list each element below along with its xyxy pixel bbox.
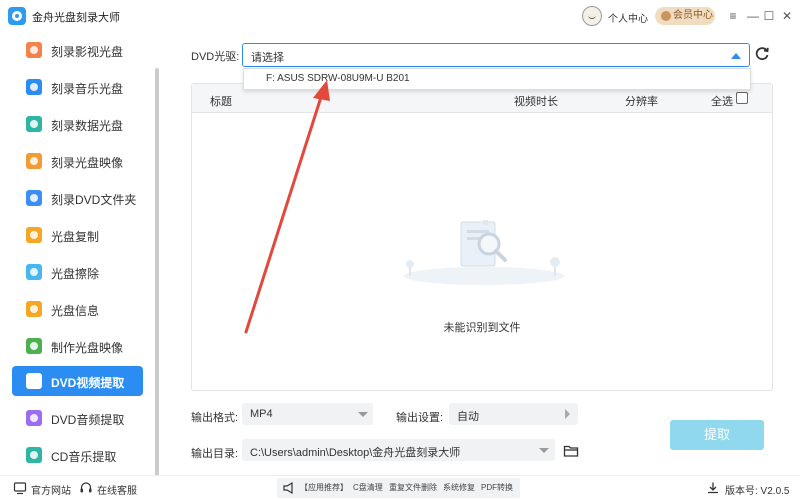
tool-c-drive-clean[interactable]: C盘清理: [353, 482, 383, 493]
minimize-icon[interactable]: —: [746, 9, 760, 23]
output-settings-select[interactable]: 自动: [449, 403, 578, 425]
sidebar-item-dvd-audio[interactable]: DVD音频提取: [12, 403, 143, 433]
folder-icon[interactable]: [563, 443, 579, 459]
sidebar-item-label: 光盘复制: [51, 230, 100, 244]
avatar[interactable]: [582, 6, 602, 26]
file-list-panel: 标题 视频时长 分辨率 全选 未能识别到文件: [191, 83, 773, 391]
sidebar-item-label: 刻录光盘映像: [51, 156, 124, 170]
sidebar-item-cd-music[interactable]: CD音乐提取: [12, 440, 143, 470]
sidebar-item-label: 刻录影视光盘: [51, 45, 124, 59]
headset-icon: [80, 482, 92, 493]
user-center-link[interactable]: 个人中心: [608, 10, 648, 25]
sidebar-item-label: 刻录音乐光盘: [51, 82, 124, 96]
chevron-down-icon: [539, 448, 549, 453]
output-format-label: 输出格式:: [191, 412, 239, 424]
sidebar-item-label: DVD视频提取: [51, 376, 125, 390]
megaphone-icon: [283, 481, 293, 495]
erase-disc-icon: [26, 264, 42, 280]
chevron-down-icon: [358, 412, 368, 417]
sidebar: 刻录影视光盘 刻录音乐光盘 刻录数据光盘 刻录光盘映像 刻录DVD文件夹 光盘复制光盘擦除…: [0, 32, 160, 475]
sidebar-item-dvd-folder[interactable]: 刻录DVD文件夹: [12, 183, 143, 213]
output-dir-select[interactable]: C:\Users\admin\Desktop\金舟光盘刻录大师: [242, 439, 555, 461]
dvd-video-icon: [26, 373, 42, 389]
sidebar-item-label: DVD音频提取: [51, 413, 125, 427]
tool-system-repair[interactable]: 系统修复: [443, 482, 475, 493]
output-dir-label: 输出目录:: [191, 448, 239, 460]
status-bar: 官方网站 在线客服 【应用推荐】 C盘清理 重复文件删除 系统修复 PDF转换 …: [0, 475, 800, 500]
output-settings-label: 输出设置:: [396, 412, 444, 424]
output-settings-value: 自动: [457, 411, 479, 423]
crown-icon: [661, 11, 671, 21]
sidebar-item-label: CD音乐提取: [51, 450, 117, 464]
select-all-label: 全选: [711, 96, 733, 108]
home-site-icon: [13, 482, 27, 495]
sidebar-item-music-disc[interactable]: 刻录音乐光盘: [12, 72, 143, 102]
sidebar-item-copy-disc[interactable]: 光盘复制: [12, 220, 143, 250]
app-logo-icon: [8, 7, 26, 25]
column-resolution: 分辨率: [625, 96, 658, 108]
refresh-icon[interactable]: [754, 46, 770, 62]
sidebar-item-erase-disc[interactable]: 光盘擦除: [12, 257, 143, 287]
info-disc-icon: [26, 301, 42, 317]
app-recommend-strip: 【应用推荐】 C盘清理 重复文件删除 系统修复 PDF转换: [277, 478, 520, 498]
drive-option[interactable]: F: ASUS SDRW-08U9M-U B201: [266, 73, 410, 84]
sidebar-item-data-disc[interactable]: 刻录数据光盘: [12, 109, 143, 139]
film-disc-icon: [26, 42, 42, 58]
online-service-link[interactable]: 在线客服: [97, 482, 137, 497]
dvd-folder-icon: [26, 190, 42, 206]
sidebar-item-label: 光盘信息: [51, 304, 100, 318]
drive-dropdown: F: ASUS SDRW-08U9M-U B201: [243, 68, 751, 90]
drive-select[interactable]: 请选择: [242, 43, 750, 67]
drive-label: DVD光驱:: [191, 51, 240, 63]
tool-pdf-convert[interactable]: PDF转换: [481, 482, 513, 493]
sidebar-item-film-disc[interactable]: 刻录影视光盘: [12, 35, 143, 65]
version-label: 版本号: V2.0.5: [725, 486, 790, 497]
vip-center-button[interactable]: 会员中心: [655, 7, 715, 25]
chevron-right-icon: [565, 409, 570, 419]
download-icon: [708, 482, 718, 494]
extract-button[interactable]: 提取: [670, 420, 764, 450]
sidebar-item-make-image[interactable]: 制作光盘映像: [12, 331, 143, 361]
sidebar-item-label: 刻录DVD文件夹: [51, 193, 137, 207]
maximize-icon[interactable]: ☐: [762, 9, 776, 23]
tool-duplicate-file-delete[interactable]: 重复文件删除: [389, 482, 437, 493]
sidebar-item-dvd-video[interactable]: DVD视频提取: [12, 366, 143, 396]
make-image-icon: [26, 338, 42, 354]
output-dir-value: C:\Users\admin\Desktop\金舟光盘刻录大师: [250, 447, 461, 459]
vip-center-label: 会员中心: [673, 10, 713, 21]
sidebar-item-info-disc[interactable]: 光盘信息: [12, 294, 143, 324]
data-disc-icon: [26, 116, 42, 132]
cd-music-icon: [26, 447, 42, 463]
sidebar-scrollbar[interactable]: [155, 68, 159, 478]
title-bar: 金舟光盘刻录大师 个人中心 会员中心 ≡ — ☐ ✕: [0, 0, 800, 32]
copy-disc-icon: [26, 227, 42, 243]
music-disc-icon: [26, 79, 42, 95]
sidebar-item-label: 刻录数据光盘: [51, 119, 124, 133]
drive-select-placeholder: 请选择: [251, 52, 284, 64]
official-site-link[interactable]: 官方网站: [31, 482, 71, 497]
column-duration: 视频时长: [514, 96, 558, 108]
empty-file-icon: [404, 220, 564, 285]
select-all-checkbox[interactable]: [736, 92, 748, 104]
app-recommend-label: 【应用推荐】: [300, 483, 348, 492]
sidebar-item-image-disc[interactable]: 刻录光盘映像: [12, 146, 143, 176]
sidebar-item-label: 制作光盘映像: [51, 341, 124, 355]
close-icon[interactable]: ✕: [780, 9, 794, 23]
dvd-audio-icon: [26, 410, 42, 426]
output-format-value: MP4: [250, 408, 273, 420]
menu-icon[interactable]: ≡: [726, 9, 740, 23]
column-title: 标题: [210, 96, 232, 108]
app-title: 金舟光盘刻录大师: [32, 12, 120, 24]
sidebar-item-label: 光盘擦除: [51, 267, 100, 281]
caret-up-icon: [731, 53, 741, 59]
empty-state-text: 未能识别到文件: [443, 322, 521, 334]
output-format-select[interactable]: MP4: [242, 403, 373, 425]
image-disc-icon: [26, 153, 42, 169]
